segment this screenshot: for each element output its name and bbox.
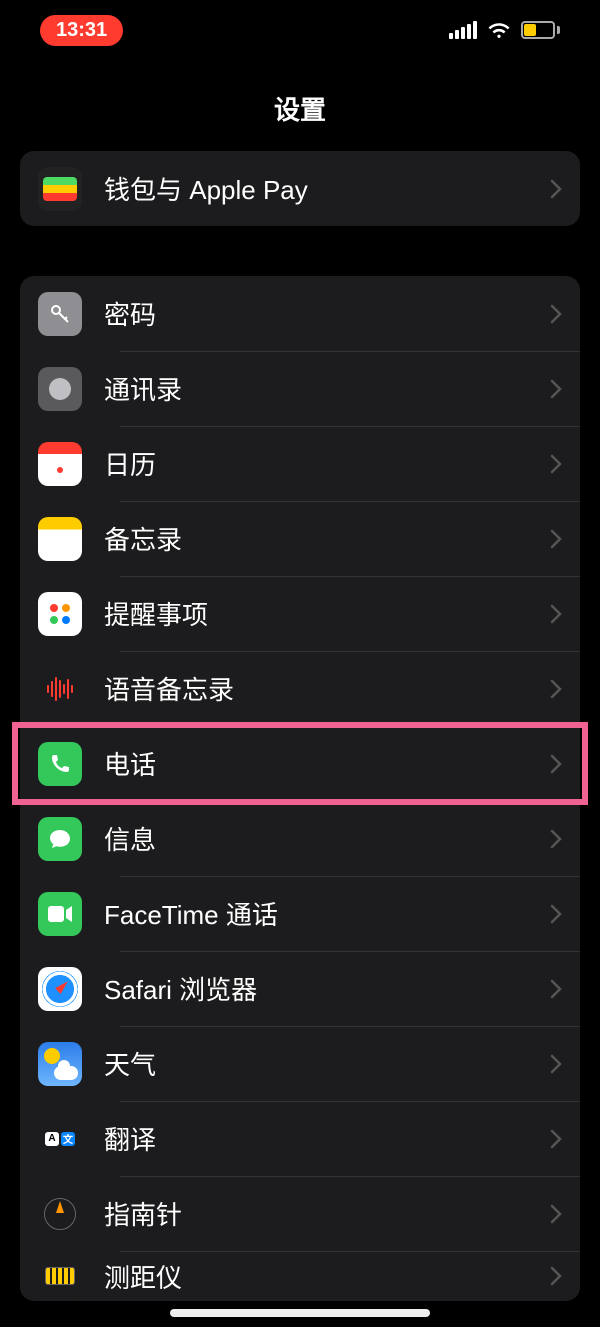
chevron-right-icon (550, 604, 562, 624)
settings-group-wallet: 钱包与 Apple Pay (20, 151, 580, 226)
row-compass[interactable]: 指南针 (20, 1176, 580, 1251)
chevron-right-icon (550, 904, 562, 924)
messages-icon (38, 817, 82, 861)
page-title: 设置 (0, 60, 600, 151)
row-passwords[interactable]: 密码 (20, 276, 580, 351)
chevron-right-icon (550, 179, 562, 199)
row-messages[interactable]: 信息 (20, 801, 580, 876)
row-wallet-apple-pay[interactable]: 钱包与 Apple Pay (20, 151, 580, 226)
row-label: 电话 (104, 745, 550, 782)
row-facetime[interactable]: FaceTime 通话 (20, 876, 580, 951)
chevron-right-icon (550, 1204, 562, 1224)
contacts-icon (38, 367, 82, 411)
row-label: 通讯录 (104, 370, 550, 407)
home-indicator[interactable] (170, 1309, 430, 1317)
row-label: 信息 (104, 820, 550, 857)
notes-icon (38, 517, 82, 561)
row-voice-memos[interactable]: 语音备忘录 (20, 651, 580, 726)
chevron-right-icon (550, 1129, 562, 1149)
chevron-right-icon (550, 454, 562, 474)
wifi-icon (487, 21, 511, 39)
reminders-icon (38, 592, 82, 636)
measure-icon (38, 1254, 82, 1298)
row-label: 提醒事项 (104, 595, 550, 632)
row-label: 天气 (104, 1045, 550, 1082)
chevron-right-icon (550, 1266, 562, 1286)
chevron-right-icon (550, 1054, 562, 1074)
status-time-recording[interactable]: 13:31 (40, 15, 123, 46)
row-label: 日历 (104, 445, 550, 482)
calendar-icon (38, 442, 82, 486)
row-label: Safari 浏览器 (104, 970, 550, 1007)
row-notes[interactable]: 备忘录 (20, 501, 580, 576)
row-contacts[interactable]: 通讯录 (20, 351, 580, 426)
chevron-right-icon (550, 679, 562, 699)
status-bar: 13:31 (0, 0, 600, 60)
chevron-right-icon (550, 304, 562, 324)
row-label: FaceTime 通话 (104, 895, 550, 932)
chevron-right-icon (550, 379, 562, 399)
translate-icon: A文 (38, 1117, 82, 1161)
row-translate[interactable]: A文 翻译 (20, 1101, 580, 1176)
row-label: 翻译 (104, 1120, 550, 1157)
settings-group-apps: 密码 通讯录 日历 备忘录 提醒事项 语音备忘录 电 (20, 276, 580, 1301)
cellular-signal-icon (449, 21, 477, 39)
voice-memos-icon (38, 667, 82, 711)
chevron-right-icon (550, 529, 562, 549)
chevron-right-icon (550, 829, 562, 849)
row-label: 密码 (104, 295, 550, 332)
compass-icon (38, 1192, 82, 1236)
phone-icon (38, 742, 82, 786)
chevron-right-icon (550, 754, 562, 774)
wallet-icon (38, 167, 82, 211)
safari-icon (38, 967, 82, 1011)
row-phone[interactable]: 电话 (20, 726, 580, 801)
chevron-right-icon (550, 979, 562, 999)
weather-icon (38, 1042, 82, 1086)
key-icon (38, 292, 82, 336)
row-label: 测距仪 (104, 1258, 550, 1295)
row-measure[interactable]: 测距仪 (20, 1251, 580, 1301)
row-safari[interactable]: Safari 浏览器 (20, 951, 580, 1026)
row-label: 指南针 (104, 1195, 550, 1232)
row-calendar[interactable]: 日历 (20, 426, 580, 501)
row-label: 钱包与 Apple Pay (104, 170, 550, 207)
row-weather[interactable]: 天气 (20, 1026, 580, 1101)
battery-icon (521, 21, 560, 39)
row-reminders[interactable]: 提醒事项 (20, 576, 580, 651)
facetime-icon (38, 892, 82, 936)
row-label: 备忘录 (104, 520, 550, 557)
row-label: 语音备忘录 (104, 670, 550, 707)
status-indicators (449, 21, 560, 39)
